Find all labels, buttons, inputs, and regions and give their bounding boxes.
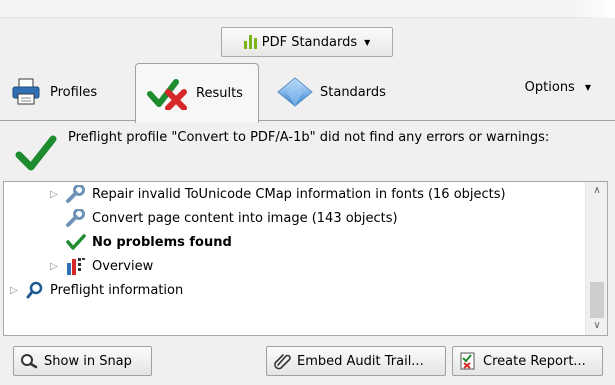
result-summary: Preflight profile "Convert to PDF/A-1b" … xyxy=(4,121,611,181)
tab-standards[interactable]: Standards xyxy=(276,63,386,121)
options-dropdown-arrow-icon: ▼ xyxy=(584,83,591,92)
overview-chart-icon xyxy=(67,258,85,275)
show-in-snap-label: Show in Snap xyxy=(44,353,132,369)
snap-magnifier-icon xyxy=(21,354,38,369)
tree-item-label: Repair invalid ToUnicode CMap informatio… xyxy=(92,186,506,202)
magnifier-icon xyxy=(26,281,43,299)
pdf-standards-bars-icon xyxy=(243,35,257,49)
scroll-up-arrow-icon[interactable]: ∧ xyxy=(586,182,607,200)
tab-results[interactable]: Results xyxy=(135,63,259,123)
embed-audit-trail-label: Embed Audit Trail... xyxy=(297,353,424,369)
expand-arrow-icon[interactable]: ▷ xyxy=(50,189,60,200)
options-label: Options xyxy=(524,80,575,95)
wrench-icon xyxy=(66,209,85,227)
tab-results-label: Results xyxy=(196,86,243,101)
tab-bar: Profiles Results Standards xyxy=(0,63,615,123)
tree-item-label: Convert page content into image (143 obj… xyxy=(92,210,398,226)
expand-arrow-icon[interactable]: ▷ xyxy=(50,261,60,272)
tree-item-overview[interactable]: ▷ Overview xyxy=(50,254,153,278)
pdf-standards-label: PDF Standards xyxy=(261,34,358,50)
tree-scrollbar[interactable]: ∧ ∨ xyxy=(585,182,607,335)
tree-item-label: Preflight information xyxy=(50,282,184,298)
tree-item-no-problems[interactable]: No problems found xyxy=(66,230,232,254)
dropdown-arrow-icon: ▼ xyxy=(364,37,371,47)
tab-standards-label: Standards xyxy=(320,84,386,100)
top-strip xyxy=(0,0,615,18)
create-report-label: Create Report... xyxy=(483,353,586,369)
options-menu[interactable]: Options ▼ xyxy=(525,80,591,95)
tree-item-label: Overview xyxy=(92,258,154,274)
wrench-icon xyxy=(66,185,85,203)
results-check-cross-icon xyxy=(147,78,187,110)
diamond-icon xyxy=(277,77,313,107)
top-strip-fade xyxy=(575,0,615,18)
scroll-down-arrow-icon[interactable]: ∨ xyxy=(586,317,607,335)
tree-item-convert-content[interactable]: Convert page content into image (143 obj… xyxy=(66,206,398,230)
results-tree[interactable]: ▷ Repair invalid ToUnicode CMap informat… xyxy=(3,181,608,336)
pdf-standards-button[interactable]: PDF Standards ▼ xyxy=(221,27,393,57)
tree-item-preflight-info[interactable]: ▷ Preflight information xyxy=(10,278,183,302)
embed-audit-trail-button[interactable]: Embed Audit Trail... xyxy=(266,346,446,376)
expand-arrow-icon[interactable]: ▷ xyxy=(10,285,20,296)
tree-item-label: No problems found xyxy=(92,234,232,250)
show-in-snap-button[interactable]: Show in Snap xyxy=(13,346,152,376)
checkmark-icon xyxy=(66,234,86,250)
tab-profiles-label: Profiles xyxy=(50,84,98,100)
large-checkmark-icon xyxy=(15,135,57,171)
printer-icon xyxy=(12,78,40,105)
create-report-button[interactable]: Create Report... xyxy=(452,346,603,376)
tree-item-repair-cmap[interactable]: ▷ Repair invalid ToUnicode CMap informat… xyxy=(50,182,506,206)
report-icon xyxy=(460,352,475,370)
scroll-thumb[interactable] xyxy=(590,282,604,318)
paperclip-icon xyxy=(274,354,291,370)
tab-profiles[interactable]: Profiles xyxy=(10,63,97,121)
summary-message: Preflight profile "Convert to PDF/A-1b" … xyxy=(68,130,550,145)
